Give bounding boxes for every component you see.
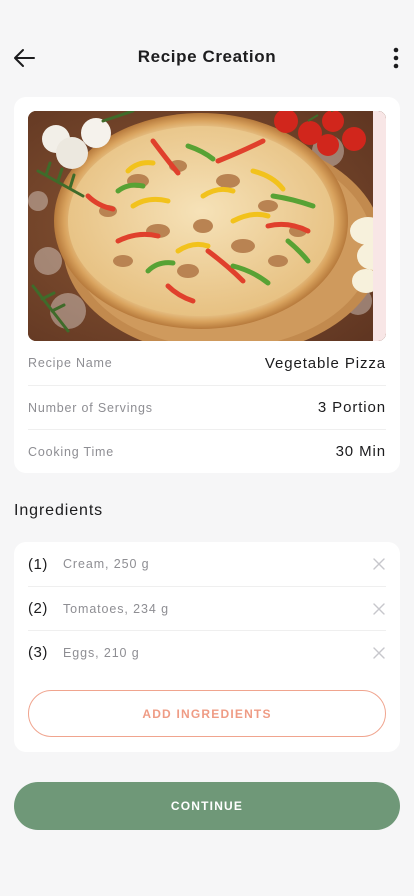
ingredient-item: (1) Cream, 250 g (28, 542, 386, 586)
ingredient-item: (3) Eggs, 210 g (28, 630, 386, 674)
recipe-name-value[interactable]: Vegetable Pizza (265, 355, 386, 372)
ingredients-card: (1) Cream, 250 g (2) Tomatoes, 234 g (3)… (14, 542, 400, 752)
continue-button[interactable]: CONTINUE (14, 782, 400, 830)
more-options-button[interactable] (384, 44, 408, 72)
close-icon (373, 558, 385, 570)
ingredients-heading: Ingredients (14, 502, 104, 519)
remove-ingredient-button[interactable] (371, 645, 387, 661)
ingredient-text: Tomatoes, 234 g (63, 601, 169, 616)
recipe-name-row: Recipe Name Vegetable Pizza (28, 341, 386, 385)
ingredient-index: (2) (28, 600, 48, 617)
recipe-photo[interactable] (28, 111, 386, 341)
servings-value[interactable]: 3 Portion (318, 399, 386, 416)
cooking-time-row: Cooking Time 30 Min (28, 429, 386, 473)
close-icon (373, 602, 385, 615)
ingredient-index: (1) (28, 555, 48, 573)
ingredient-item: (2) Tomatoes, 234 g (28, 586, 386, 630)
remove-ingredient-button[interactable] (371, 556, 387, 572)
add-ingredients-button[interactable]: ADD INGREDIENTS (28, 690, 386, 737)
recipe-name-label: Recipe Name (28, 356, 113, 370)
page-title: Recipe Creation (137, 47, 277, 66)
more-vertical-icon (393, 47, 399, 69)
cooking-time-label: Cooking Time (28, 444, 115, 459)
remove-ingredient-button[interactable] (371, 601, 387, 617)
close-icon (373, 646, 385, 659)
cooking-time-value[interactable]: 30 Min (336, 443, 386, 460)
pizza-image (28, 111, 386, 341)
recipe-card: Recipe Name Vegetable Pizza Number of Se… (14, 97, 400, 473)
ingredient-text: Cream, 250 g (63, 557, 150, 571)
ingredient-index: (3) (28, 644, 48, 661)
ingredient-text: Eggs, 210 g (63, 645, 140, 660)
servings-label: Number of Servings (28, 400, 153, 415)
servings-row: Number of Servings 3 Portion (28, 385, 386, 429)
